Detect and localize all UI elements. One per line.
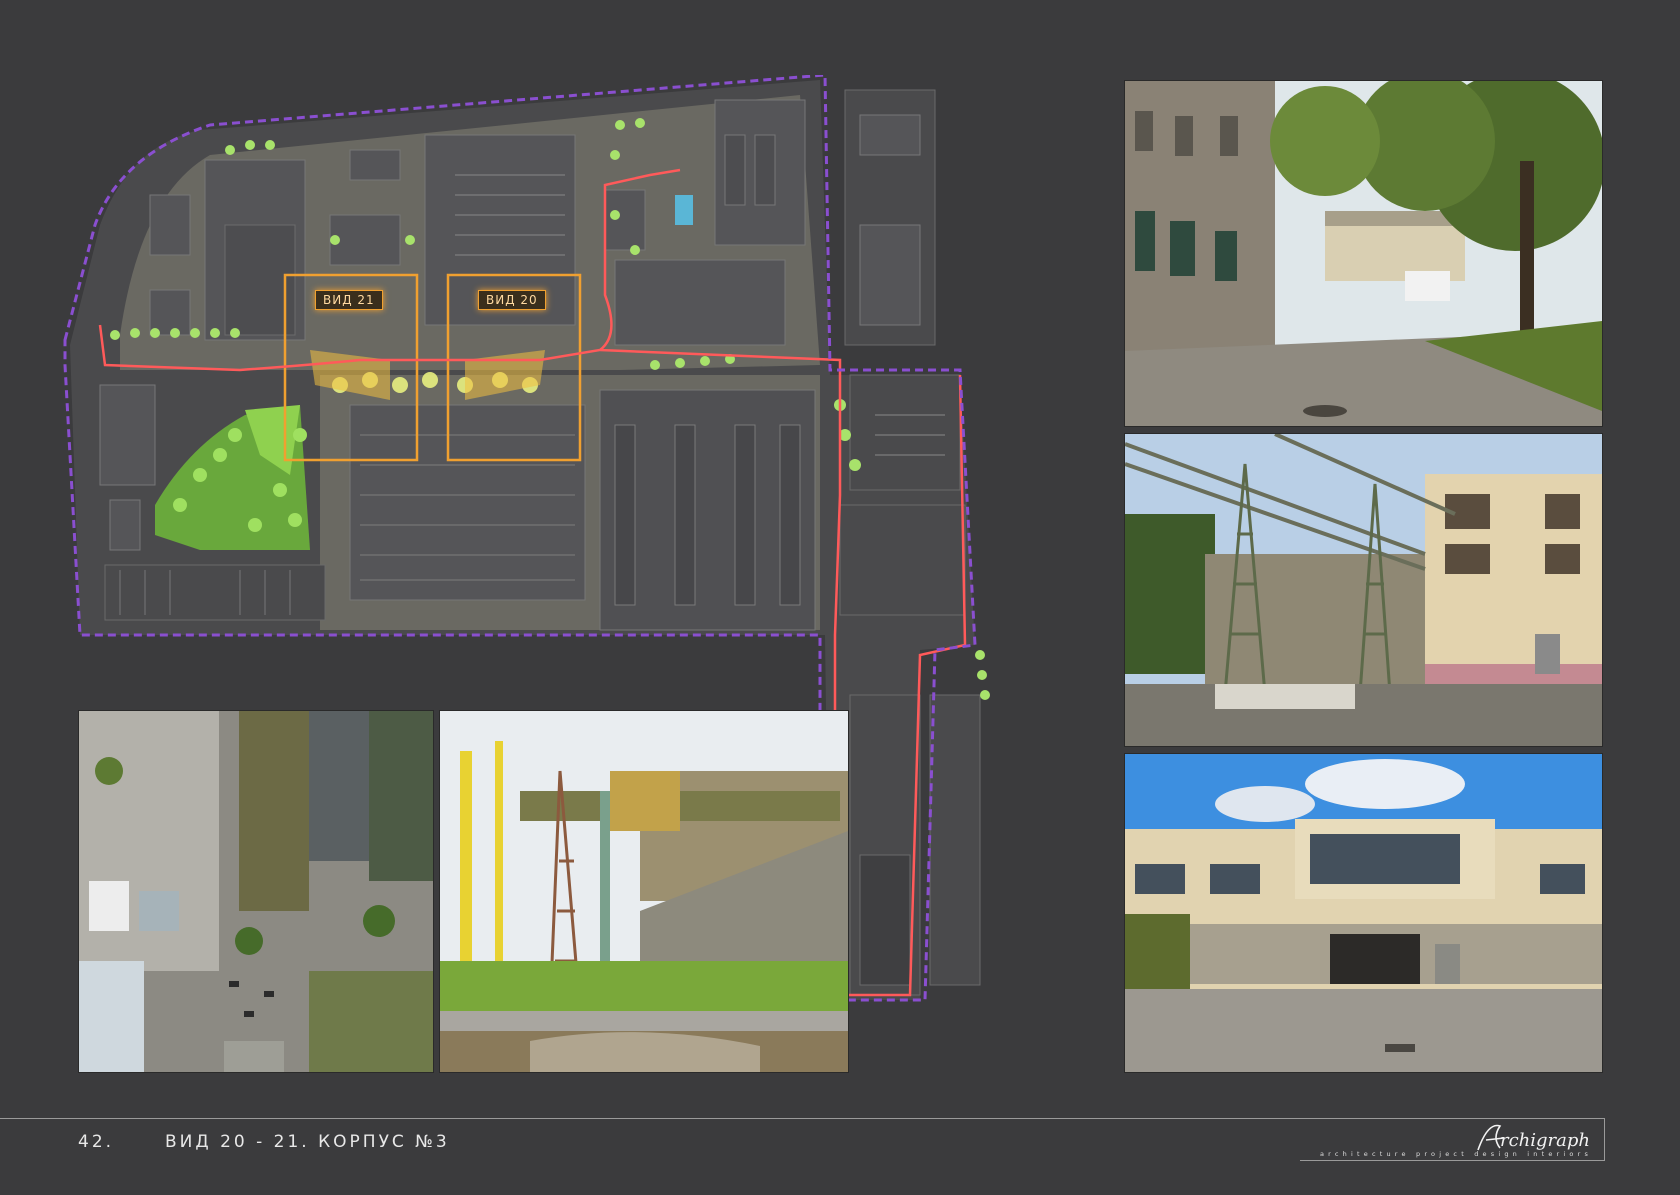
tagline: architecture project design interiors [1320,1150,1593,1158]
photo-building-facade [1124,753,1603,1073]
footer-rule-right [1604,1118,1605,1160]
footer-rule [0,1118,1604,1119]
view-21-label: ВИД 21 [315,290,383,310]
photo-aerial [78,710,434,1073]
photo-crane-gantry [439,710,849,1073]
svg-text:rchigraph: rchigraph [1500,1130,1590,1151]
page-title: ВИД 20 - 21. КОРПУС №3 [165,1132,450,1152]
footer-rule-bottom [1300,1160,1605,1161]
photo-pipe-towers [1124,433,1603,747]
view-20-label: ВИД 20 [478,290,546,310]
page-number: 42. [78,1132,115,1152]
photo-courtyard-trees [1124,80,1603,427]
